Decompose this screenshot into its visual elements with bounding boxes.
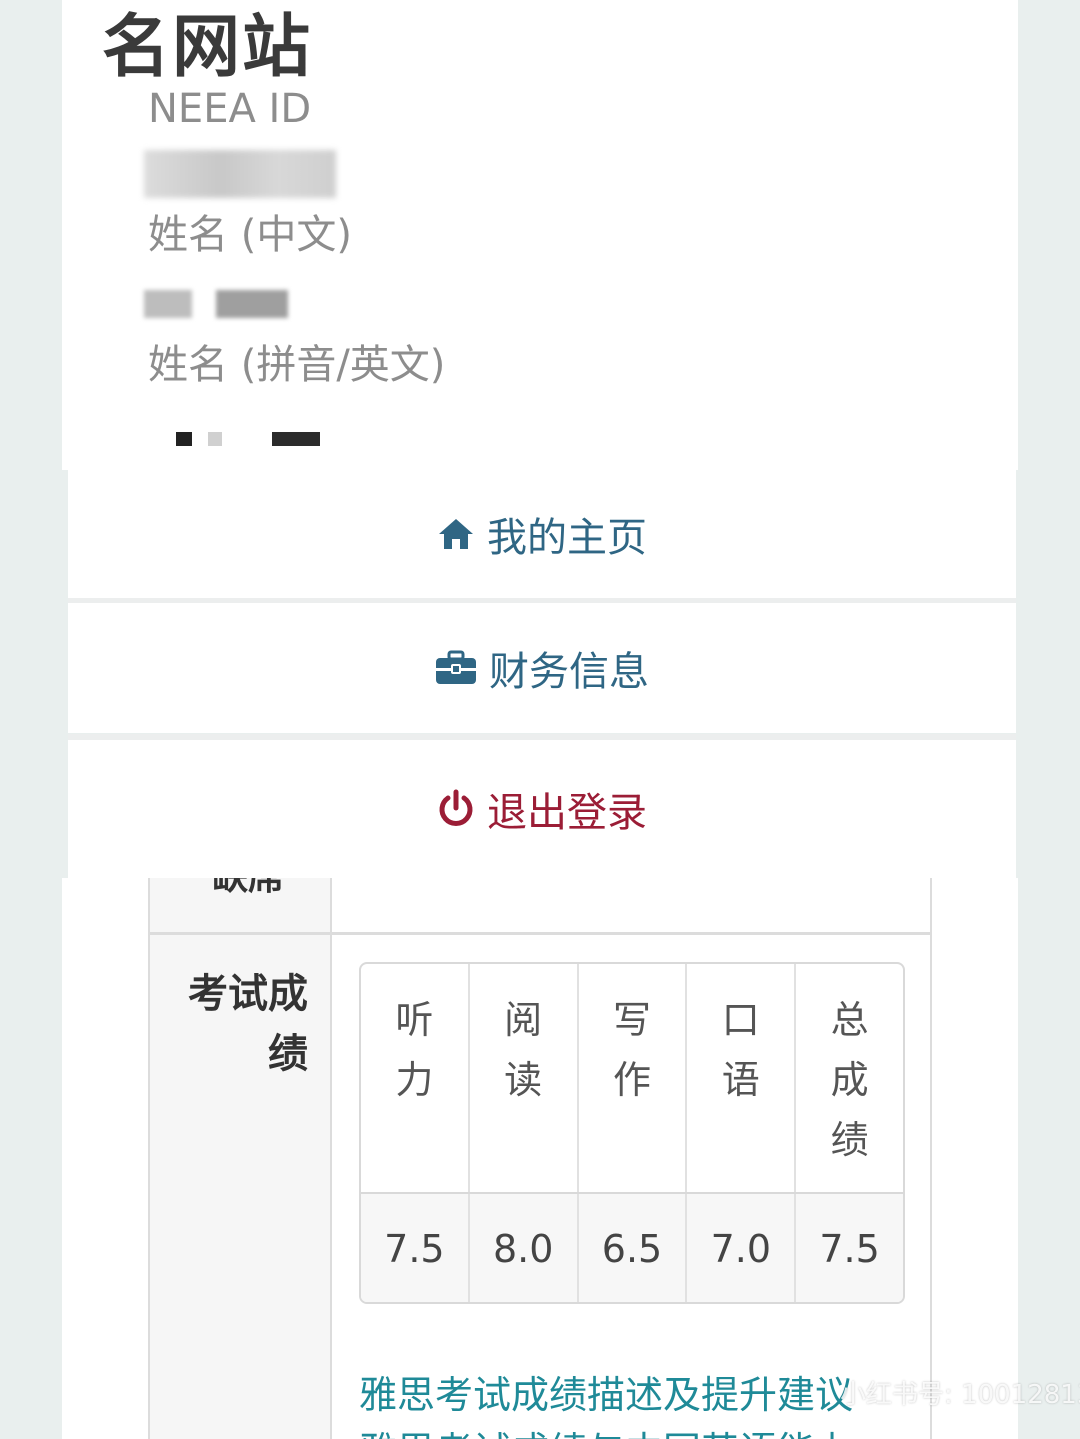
name-en-label: 姓名 (拼音/英文): [148, 342, 446, 388]
menu-item-home-label: 我的主页: [487, 515, 647, 561]
name-en-value-redacted: [208, 432, 222, 446]
name-en-value-redacted: [176, 432, 192, 446]
name-cn-value-redacted: [216, 290, 288, 318]
col-header-reading: 阅读: [470, 964, 579, 1192]
neea-id-label: NEEA ID: [148, 86, 312, 132]
col-header-overall: 总成绩: [830, 998, 869, 1162]
col-header-writing: 写作: [579, 964, 688, 1192]
neea-id-value-redacted: [144, 150, 336, 198]
score-overall: 7.5: [819, 1227, 880, 1271]
home-icon: [437, 517, 475, 551]
score-advice-link[interactable]: 雅思考试成绩描述及提升建议: [359, 1370, 853, 1420]
watermark: 小红书号: 100128138: [840, 1380, 1080, 1410]
col-header-listening: 听力: [361, 964, 470, 1192]
menu-item-home[interactable]: 我的主页: [68, 470, 1016, 598]
menu-item-finance[interactable]: 财务信息: [68, 603, 1016, 733]
menu-item-finance-label: 财务信息: [489, 649, 649, 695]
name-en-value-redacted: [272, 432, 320, 446]
score-table-row: 7.5 8.0 6.5 7.0 7.5: [361, 1194, 903, 1302]
score-label: 考试成绩: [188, 971, 308, 1077]
score-reading: 8.0: [470, 1194, 579, 1302]
score-table-header: 听力 阅读 写作 口语 总成绩: [361, 964, 903, 1194]
name-cn-label: 姓名 (中文): [148, 212, 352, 258]
score-table: 听力 阅读 写作 口语 总成绩 7.5 8.0 6.5 7.0 7.5: [359, 962, 905, 1304]
score-comparison-link[interactable]: 雅思考试成绩与中国英语能力: [359, 1426, 919, 1439]
name-cn-value-redacted: [144, 290, 192, 318]
row-divider: [150, 932, 930, 935]
menu-item-logout[interactable]: 退出登录: [68, 740, 1016, 878]
score-listening: 7.5: [361, 1194, 470, 1302]
score-speaking: 7.0: [687, 1194, 797, 1302]
menu-item-logout-label: 退出登录: [487, 790, 647, 836]
score-writing: 6.5: [579, 1194, 688, 1302]
site-title: 名网站: [102, 8, 313, 87]
power-icon: [437, 789, 475, 829]
briefcase-icon: [435, 650, 477, 686]
results-panel: 缺席 考试成绩 听力 阅读 写作 口语 总成绩 7.5 8.0 6.5 7.0 …: [62, 878, 1018, 1439]
col-header-speaking: 口语: [687, 964, 797, 1192]
results-label-column: [150, 878, 332, 1439]
profile-panel: 名网站 NEEA ID 姓名 (中文) 姓名 (拼音/英文): [62, 0, 1018, 470]
